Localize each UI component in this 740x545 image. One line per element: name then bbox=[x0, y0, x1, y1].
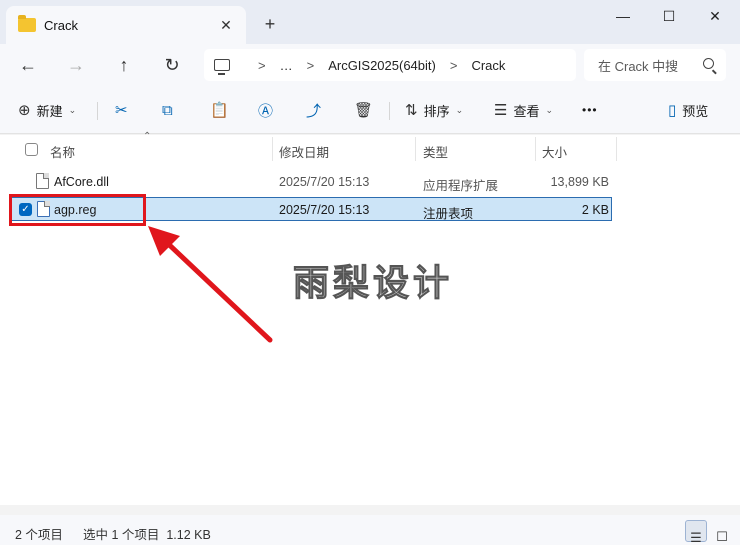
column-divider[interactable] bbox=[415, 137, 416, 161]
delete-button[interactable]: 🗑 bbox=[354, 96, 379, 124]
copy-button[interactable]: ⧉ bbox=[162, 96, 179, 124]
chevron-down-icon: ⌄ bbox=[545, 104, 554, 115]
view-label: 查看 bbox=[513, 103, 540, 119]
command-bar: ⊕ 新建 ⌄ ✂ ⧉ 📋 Ⓐ ⤴ 🗑 ⇅ 排序 ⌄ ☰ 查看 ⌄ ••• ▯ 预… bbox=[0, 86, 740, 134]
details-view-button[interactable]: ☰ bbox=[685, 520, 707, 545]
tiles-view-icon: ☐ bbox=[716, 529, 728, 544]
column-name[interactable]: 名称 bbox=[50, 142, 75, 161]
close-tab-icon[interactable]: ✕ bbox=[216, 15, 236, 35]
details-view-icon: ☰ bbox=[690, 530, 702, 545]
sort-button[interactable]: ⇅ 排序 ⌄ bbox=[405, 96, 463, 124]
annotation-arrow-icon bbox=[148, 226, 273, 343]
sort-label: 排序 bbox=[423, 103, 450, 119]
view-button[interactable]: ☰ 查看 ⌄ bbox=[494, 96, 553, 124]
up-button[interactable]: ↑ bbox=[108, 50, 140, 80]
status-bar: 2 个项目 选中 1 个项目 1.12 KB ☰ ☐ bbox=[0, 515, 740, 545]
column-modified[interactable]: 修改日期 bbox=[279, 142, 329, 161]
file-size: 13,899 KB bbox=[550, 175, 609, 189]
share-button[interactable]: ⤴ bbox=[306, 96, 327, 124]
new-tab-button[interactable]: + bbox=[258, 12, 282, 36]
rename-button[interactable]: Ⓐ bbox=[258, 96, 279, 124]
preview-button[interactable]: ▯ 预览 bbox=[668, 96, 708, 124]
minimize-button[interactable]: — bbox=[600, 2, 646, 30]
preview-label: 预览 bbox=[682, 103, 709, 119]
column-type[interactable]: 类型 bbox=[423, 142, 448, 161]
rename-icon: Ⓐ bbox=[258, 102, 274, 120]
sort-ascending-icon: ⌃ bbox=[143, 131, 152, 142]
clipboard-icon: 📋 bbox=[210, 102, 229, 119]
chevron-down-icon: ⌄ bbox=[68, 104, 77, 115]
maximize-button[interactable]: ☐ bbox=[646, 2, 692, 30]
dll-file-icon bbox=[36, 173, 49, 189]
column-divider[interactable] bbox=[535, 137, 536, 161]
more-icon: ••• bbox=[582, 103, 598, 117]
back-button[interactable]: ← bbox=[12, 50, 44, 80]
breadcrumb-separator: > bbox=[258, 57, 266, 73]
column-divider[interactable] bbox=[616, 137, 617, 161]
trash-icon: 🗑 bbox=[354, 102, 374, 119]
preview-pane-icon: ▯ bbox=[668, 102, 677, 119]
watermark-text: 雨梨设计 bbox=[292, 262, 454, 304]
breadcrumb-overflow[interactable]: … bbox=[280, 58, 293, 73]
view-list-icon: ☰ bbox=[494, 102, 508, 119]
item-count: 2 个项目 bbox=[15, 528, 63, 542]
search-icon bbox=[703, 58, 714, 69]
computer-icon bbox=[214, 59, 230, 75]
folder-icon bbox=[18, 15, 36, 32]
refresh-button[interactable]: ↻ bbox=[156, 50, 188, 80]
column-header-row: 名称 ⌃ 修改日期 类型 大小 bbox=[0, 131, 740, 163]
new-button[interactable]: ⊕ 新建 ⌄ bbox=[18, 96, 76, 124]
breadcrumb-separator: > bbox=[306, 57, 315, 73]
file-type: 应用程序扩展 bbox=[423, 179, 499, 193]
file-name: AfCore.dll bbox=[54, 175, 109, 189]
column-divider[interactable] bbox=[272, 137, 273, 161]
plus-circle-icon: ⊕ bbox=[18, 102, 31, 119]
copy-icon: ⧉ bbox=[162, 101, 173, 119]
file-list: 名称 ⌃ 修改日期 类型 大小 AfCore.dll 2025/7/20 15:… bbox=[0, 131, 740, 505]
forward-button[interactable]: → bbox=[60, 50, 92, 80]
sort-icon: ⇅ bbox=[405, 102, 418, 119]
search-input[interactable]: 在 Crack 中搜 bbox=[584, 49, 726, 81]
column-size[interactable]: 大小 bbox=[542, 142, 567, 161]
tab-title: Crack bbox=[44, 17, 78, 33]
share-icon: ⤴ bbox=[306, 102, 322, 120]
cut-button[interactable]: ✂ bbox=[115, 96, 134, 124]
divider bbox=[389, 102, 390, 120]
title-bar: Crack ✕ + — ☐ ✕ bbox=[0, 0, 740, 44]
scissors-icon: ✂ bbox=[115, 102, 128, 119]
breadcrumb-crack[interactable]: Crack bbox=[471, 58, 505, 73]
tiles-view-button[interactable]: ☐ bbox=[711, 520, 733, 544]
paste-button[interactable]: 📋 bbox=[210, 96, 235, 124]
chevron-down-icon: ⌄ bbox=[455, 104, 464, 115]
annotation-highlight-box bbox=[9, 194, 146, 226]
file-modified: 2025/7/20 15:13 bbox=[279, 203, 370, 217]
file-modified: 2025/7/20 15:13 bbox=[279, 175, 370, 189]
tab-crack[interactable]: Crack ✕ bbox=[6, 6, 246, 44]
divider bbox=[97, 102, 98, 120]
new-label: 新建 bbox=[36, 103, 63, 119]
selection-info: 选中 1 个项目 1.12 KB bbox=[83, 528, 211, 542]
file-size: 2 KB bbox=[581, 203, 609, 217]
select-all-checkbox[interactable] bbox=[25, 143, 38, 156]
breadcrumb-arcgis[interactable]: ArcGIS2025(64bit) bbox=[328, 58, 436, 73]
address-bar[interactable]: > … > ArcGIS2025(64bit) > Crack bbox=[204, 49, 576, 81]
file-row[interactable]: AfCore.dll 2025/7/20 15:13 应用程序扩展 13,899… bbox=[10, 170, 612, 194]
navigation-bar: ← → ↑ ↻ > … > ArcGIS2025(64bit) > Crack … bbox=[0, 44, 740, 86]
file-type: 注册表项 bbox=[423, 207, 474, 221]
search-placeholder: 在 Crack 中搜 bbox=[598, 58, 679, 74]
more-button[interactable]: ••• bbox=[582, 96, 598, 124]
breadcrumb-separator: > bbox=[449, 57, 458, 73]
close-window-button[interactable]: ✕ bbox=[692, 2, 738, 30]
